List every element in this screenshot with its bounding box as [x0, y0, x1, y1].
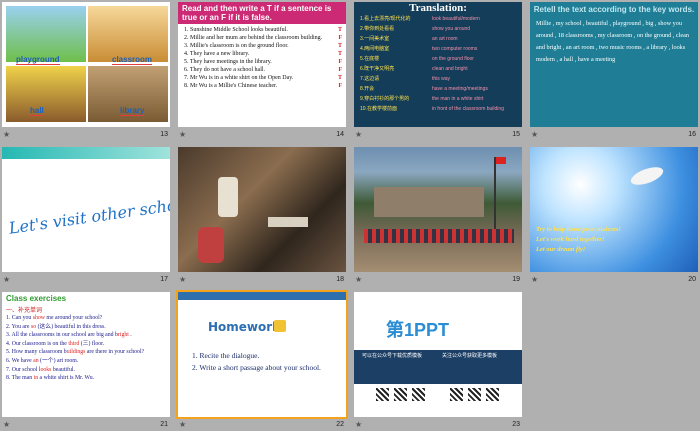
slide-21-heading: Class exercises [6, 294, 67, 303]
slide-20-content: Try to help those poor students! Let's w… [530, 147, 698, 272]
list-item: 1. Sunshine Middle School looks beautifu… [184, 27, 342, 33]
students-row [364, 229, 514, 243]
star-icon[interactable]: ★ [531, 129, 538, 140]
star-icon[interactable]: ★ [3, 274, 10, 285]
slide-number: 22 [336, 421, 344, 428]
slide-21-subheading: 一、补充单词 [6, 308, 43, 314]
star-icon[interactable]: ★ [355, 419, 362, 430]
thumb-23[interactable]: 第1PPT 可以在公众号下载优质模板 关注公众号获取更多模板 ★ 23 [352, 290, 524, 430]
thumb-19[interactable]: ★ 19 [352, 145, 524, 285]
label-library: library [120, 106, 145, 116]
label-classroom: classroom [112, 55, 153, 65]
slide-22-content: Homework 1. Recite the dialogue. 2. Writ… [176, 290, 348, 419]
student-figure [198, 227, 224, 263]
slide-number: 13 [160, 131, 168, 138]
slide-15-title: Translation: [409, 2, 467, 14]
classroom-picture [88, 6, 168, 62]
slide-16-content: Retell the text according to the key wor… [530, 2, 698, 127]
homework-list: 1. Recite the dialogue. 2. Write a short… [192, 351, 321, 372]
hall-picture [6, 66, 86, 122]
qr-code-icon [468, 388, 481, 401]
dove-icon [628, 163, 666, 189]
star-icon[interactable]: ★ [179, 419, 186, 430]
qr-code-icon [412, 388, 425, 401]
slide-number: 18 [336, 276, 344, 283]
bar-text-right: 关注公众号获取更多模板 [442, 353, 498, 359]
slide-14-header: Read and then write a T if a sentence is… [178, 2, 346, 24]
qr-code-icon [486, 388, 499, 401]
slide-16-title: Retell the text according to the key wor… [533, 5, 695, 14]
star-icon[interactable]: ★ [179, 129, 186, 140]
slide-number: 15 [512, 131, 520, 138]
thumb-22[interactable]: Homework 1. Recite the dialogue. 2. Writ… [176, 290, 348, 430]
star-icon[interactable]: ★ [179, 274, 186, 285]
thumb-14[interactable]: Read and then write a T if a sentence is… [176, 0, 348, 140]
slide-23-content: 第1PPT 可以在公众号下载优质模板 关注公众号获取更多模板 [354, 292, 522, 417]
list-item: 2. Millie and her mum are behind the cla… [184, 35, 342, 41]
thumb-20[interactable]: Try to help those poor students! Let's w… [528, 145, 700, 285]
qr-code-icon [450, 388, 463, 401]
list-item: 8. Mr Wu is a Millie's Chinese teacher. F [184, 83, 342, 89]
thumb-18[interactable]: ★ 18 [176, 145, 348, 285]
top-band [2, 147, 170, 159]
flag [496, 157, 506, 164]
slide-number: 19 [512, 276, 520, 283]
list-item: 7. Mr Wu is in a white shirt on the Open… [184, 75, 342, 81]
bar-text-left: 可以在公众号下载优质模板 [362, 353, 423, 359]
slide-17-content: Let's visit other schools! [2, 147, 170, 272]
slide-number: 16 [688, 131, 696, 138]
thumb-21[interactable]: Class exercises 一、补充单词 1. Can you show m… [0, 290, 172, 430]
thumb-17[interactable]: Let's visit other schools! ★ 17 [0, 145, 172, 285]
star-icon[interactable]: ★ [355, 274, 362, 285]
homework-logo: Homework [208, 320, 281, 334]
teacher-figure [218, 177, 238, 217]
star-icon[interactable]: ★ [3, 419, 10, 430]
qr-code-icon [376, 388, 389, 401]
slide-13-content: playground classroom hall library [2, 2, 170, 127]
slide-17-title: Let's visit other schools! [7, 191, 170, 238]
flagpole [494, 157, 496, 237]
slide-20-messages: Try to help those poor students! Let's w… [536, 226, 621, 253]
slide-number: 14 [336, 131, 344, 138]
desk [268, 217, 308, 227]
playground-picture [6, 6, 86, 62]
star-icon[interactable]: ★ [3, 129, 10, 140]
slide-number: 20 [688, 276, 696, 283]
top-band [178, 292, 346, 300]
slide-number: 23 [512, 421, 520, 428]
building [374, 187, 484, 217]
list-item: 3. Millie's classroom is on the ground f… [184, 43, 342, 49]
classroom-photo [178, 147, 346, 272]
house-icon [274, 320, 286, 332]
label-hall: hall [30, 106, 44, 116]
slide-15-content: Translation: 1.看上去漂亮/现代化的 look beautiful/… [354, 2, 522, 127]
slide-number: 21 [160, 421, 168, 428]
thumb-16[interactable]: Retell the text according to the key wor… [528, 0, 700, 140]
qr-code-icon [394, 388, 407, 401]
list-item: 5. They have meetings in the library. F [184, 59, 342, 65]
slide-number: 17 [160, 276, 168, 283]
true-false-list: 1. Sunshine Middle School looks beautifu… [178, 26, 346, 90]
schoolyard-photo [354, 147, 522, 272]
slide-14-content: Read and then write a T if a sentence is… [178, 2, 346, 127]
slide-16-body: Millie , my school , beautiful , playgro… [536, 20, 689, 63]
thumb-15[interactable]: Translation: 1.看上去漂亮/现代化的 look beautiful/… [352, 0, 524, 140]
list-item: 4. They have a new library. T [184, 51, 342, 57]
slide-21-content: Class exercises 一、补充单词 1. Can you show m… [2, 292, 170, 417]
thumb-13[interactable]: playground classroom hall library ★ 13 [0, 0, 172, 140]
star-icon[interactable]: ★ [531, 274, 538, 285]
star-icon[interactable]: ★ [355, 129, 362, 140]
brand-logo: 第1PPT [386, 320, 450, 340]
list-item: 6. They do not have a school hall. F [184, 67, 342, 73]
label-playground: playground [16, 55, 60, 65]
